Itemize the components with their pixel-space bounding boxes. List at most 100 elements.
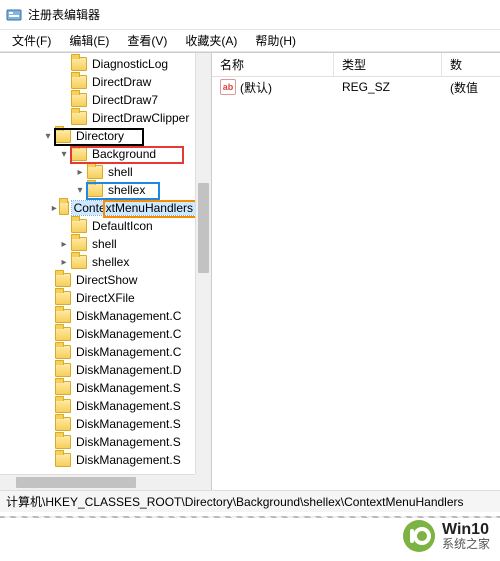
expander-none bbox=[42, 346, 54, 358]
value-data: (数值 bbox=[442, 79, 500, 96]
menu-favorites[interactable]: 收藏夹(A) bbox=[177, 30, 245, 51]
folder-icon bbox=[55, 363, 71, 377]
tree-node-label: Background bbox=[90, 147, 158, 161]
expander-none bbox=[58, 220, 70, 232]
tree-node-label: DirectDrawClipper bbox=[90, 111, 191, 125]
tree-node-label: shell bbox=[106, 165, 135, 179]
folder-icon bbox=[71, 255, 87, 269]
menu-edit[interactable]: 编辑(E) bbox=[61, 30, 117, 51]
expander-none bbox=[42, 310, 54, 322]
expander-none bbox=[42, 418, 54, 430]
tree-node[interactable]: DiskManagement.S bbox=[0, 433, 195, 451]
expander-open-icon[interactable]: ▾ bbox=[74, 184, 86, 196]
tree-node[interactable]: DiskManagement.S bbox=[0, 379, 195, 397]
tree-node-label: DefaultIcon bbox=[90, 219, 155, 233]
menu-view[interactable]: 查看(V) bbox=[119, 30, 175, 51]
tree-node[interactable]: ▾ shellex bbox=[0, 181, 195, 199]
tree-node[interactable]: ▾ Background bbox=[0, 145, 195, 163]
tree-node[interactable]: ▸ ContextMenuHandlers bbox=[0, 199, 195, 217]
expander-none bbox=[58, 112, 70, 124]
col-name[interactable]: 名称 bbox=[212, 53, 334, 76]
tree-hscroll-thumb[interactable] bbox=[16, 477, 136, 488]
folder-icon bbox=[55, 327, 71, 341]
tree-vertical-scrollbar[interactable] bbox=[195, 53, 211, 474]
titlebar: 注册表编辑器 bbox=[0, 0, 500, 30]
tree-node[interactable]: DirectShow bbox=[0, 271, 195, 289]
expander-open-icon[interactable]: ▾ bbox=[42, 130, 54, 142]
watermark-logo-icon bbox=[402, 519, 436, 553]
expander-none bbox=[58, 76, 70, 88]
tree-node-label: DiskManagement.S bbox=[74, 435, 183, 449]
status-path: 计算机\HKEY_CLASSES_ROOT\Directory\Backgrou… bbox=[6, 493, 464, 510]
folder-icon bbox=[87, 183, 103, 197]
menu-file[interactable]: 文件(F) bbox=[4, 30, 59, 51]
tree-node-label: ContextMenuHandlers bbox=[72, 201, 195, 215]
col-type[interactable]: 类型 bbox=[334, 53, 442, 76]
folder-icon bbox=[71, 93, 87, 107]
col-data[interactable]: 数 bbox=[442, 53, 500, 76]
tree-node[interactable]: DirectDraw bbox=[0, 73, 195, 91]
values-pane: 名称 类型 数 ab (默认) REG_SZ (数值 bbox=[212, 53, 500, 490]
folder-icon bbox=[59, 201, 69, 215]
tree-vscroll-thumb[interactable] bbox=[198, 183, 209, 273]
folder-icon bbox=[55, 129, 71, 143]
folder-icon bbox=[71, 219, 87, 233]
tree-horizontal-scrollbar[interactable] bbox=[0, 474, 195, 490]
watermark: Win10 系统之家 bbox=[402, 519, 490, 553]
tree-node[interactable]: ▸ shellex bbox=[0, 253, 195, 271]
folder-icon bbox=[55, 453, 71, 467]
regedit-icon bbox=[6, 7, 22, 23]
tree-node[interactable]: DiskManagement.C bbox=[0, 325, 195, 343]
tree-node[interactable]: DiagnosticLog bbox=[0, 55, 195, 73]
reg-sz-icon: ab bbox=[220, 79, 236, 95]
tree-node-label: DiskManagement.S bbox=[74, 453, 183, 467]
separator-strip bbox=[0, 516, 500, 518]
expander-none bbox=[42, 292, 54, 304]
expander-none bbox=[42, 454, 54, 466]
tree-scroll-corner bbox=[195, 474, 211, 490]
value-name: (默认) bbox=[240, 79, 272, 96]
tree-node[interactable]: ▸ shell bbox=[0, 235, 195, 253]
tree-node-label: DiskManagement.C bbox=[74, 309, 183, 323]
tree-node-label: DiskManagement.S bbox=[74, 381, 183, 395]
tree-node[interactable]: DiskManagement.S bbox=[0, 415, 195, 433]
expander-closed-icon[interactable]: ▸ bbox=[51, 202, 58, 214]
folder-icon bbox=[55, 345, 71, 359]
folder-icon bbox=[87, 165, 103, 179]
expander-open-icon[interactable]: ▾ bbox=[58, 148, 70, 160]
folder-icon bbox=[55, 381, 71, 395]
tree-node[interactable]: DirectDraw7 bbox=[0, 91, 195, 109]
tree-node[interactable]: DirectDrawClipper bbox=[0, 109, 195, 127]
tree-node[interactable]: DiskManagement.C bbox=[0, 307, 195, 325]
expander-closed-icon[interactable]: ▸ bbox=[58, 238, 70, 250]
expander-none bbox=[58, 94, 70, 106]
registry-tree[interactable]: DiagnosticLogDirectDraw DirectDraw7 Direct… bbox=[0, 53, 195, 474]
folder-icon bbox=[71, 57, 87, 71]
tree-node-label: DiskManagement.C bbox=[74, 327, 183, 341]
folder-icon bbox=[55, 417, 71, 431]
tree-node[interactable]: DirectXFile bbox=[0, 289, 195, 307]
tree-node[interactable]: DiskManagement.S bbox=[0, 451, 195, 469]
tree-node-label: DirectShow bbox=[74, 273, 139, 287]
tree-node[interactable]: DiskManagement.S bbox=[0, 397, 195, 415]
menu-help[interactable]: 帮助(H) bbox=[247, 30, 304, 51]
tree-node[interactable]: ▸ shell bbox=[0, 163, 195, 181]
tree-node[interactable]: ▾ Directory bbox=[0, 127, 195, 145]
value-row[interactable]: ab (默认) REG_SZ (数值 bbox=[212, 77, 500, 97]
tree-node[interactable]: DiskManagement.C bbox=[0, 343, 195, 361]
watermark-line2: 系统之家 bbox=[442, 538, 490, 551]
expander-none bbox=[42, 400, 54, 412]
expander-closed-icon[interactable]: ▸ bbox=[58, 256, 70, 268]
expander-none bbox=[42, 364, 54, 376]
tree-node-label: DirectDraw7 bbox=[90, 93, 160, 107]
tree-node-label: shell bbox=[90, 237, 119, 251]
tree-node-label: shellex bbox=[106, 183, 147, 197]
tree-node-label: shellex bbox=[90, 255, 131, 269]
tree-node-label: Directory bbox=[74, 129, 126, 143]
tree-node[interactable]: DiskManagement.D bbox=[0, 361, 195, 379]
folder-icon bbox=[55, 273, 71, 287]
expander-none bbox=[42, 382, 54, 394]
folder-icon bbox=[71, 111, 87, 125]
tree-node[interactable]: DefaultIcon bbox=[0, 217, 195, 235]
expander-closed-icon[interactable]: ▸ bbox=[74, 166, 86, 178]
